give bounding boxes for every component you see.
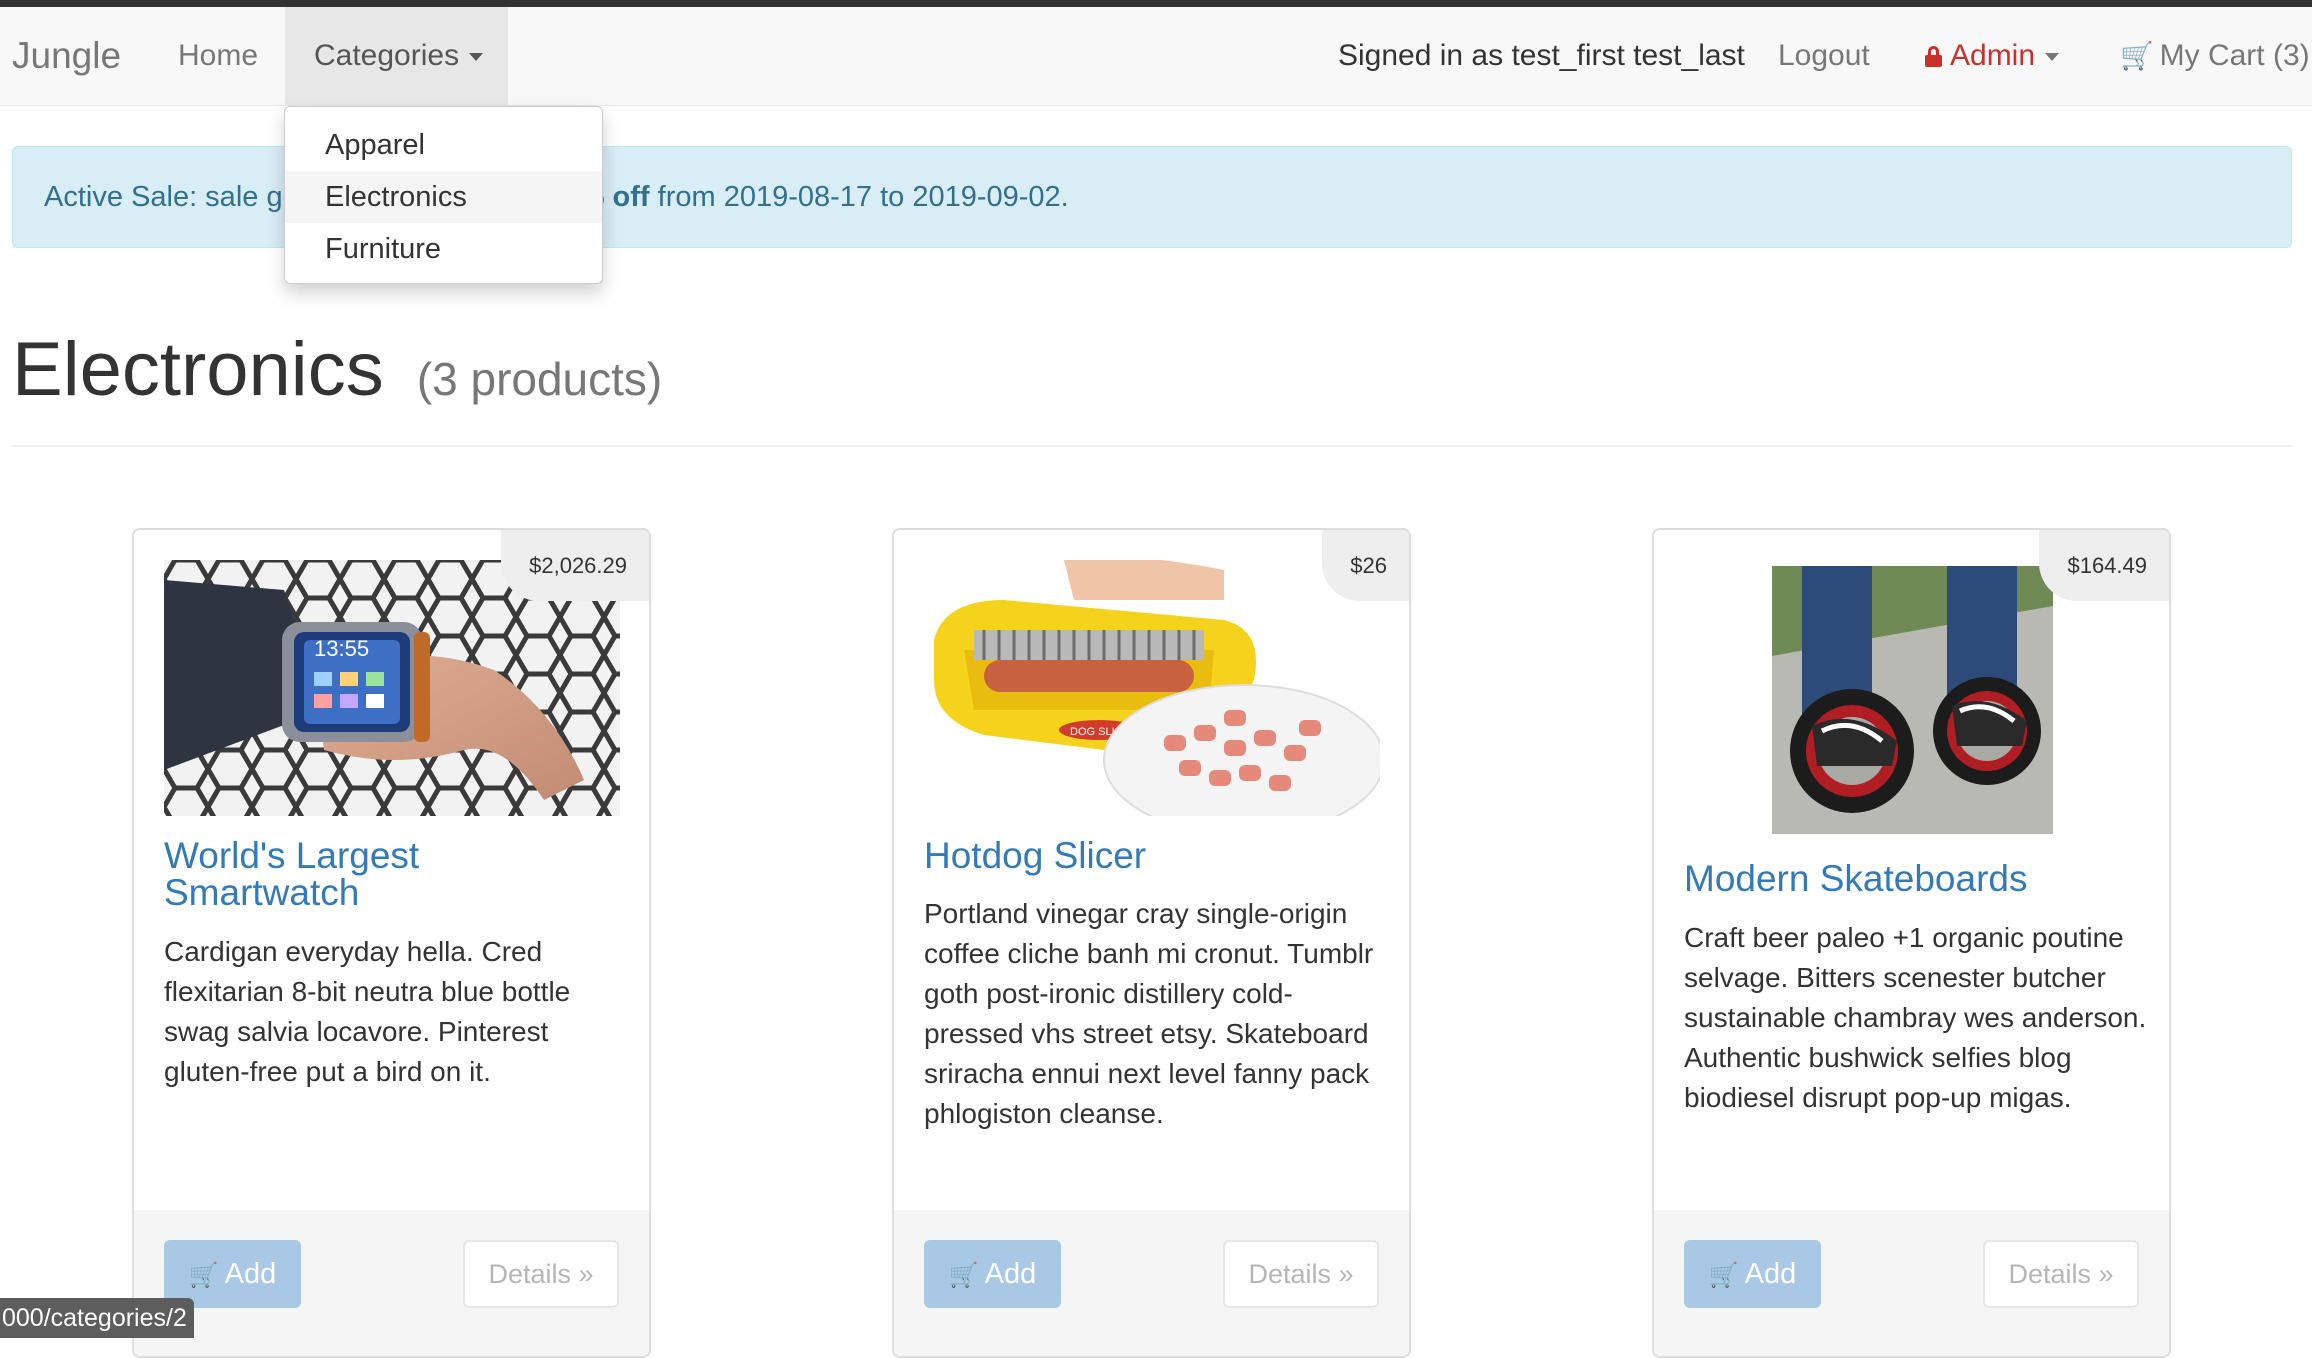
status-bar-url: 000/categories/2	[0, 1298, 194, 1338]
price-badge: $2,026.29	[501, 530, 649, 601]
categories-dropdown-menu: Apparel Electronics Furniture	[284, 106, 603, 284]
details-button[interactable]: Details »	[1983, 1240, 2139, 1308]
sale-alert-prefix: Active Sale: sale go	[44, 181, 299, 213]
add-button-label: Add	[984, 1258, 1037, 1290]
category-item-apparel[interactable]: Apparel	[285, 119, 602, 171]
top-border	[0, 0, 2312, 7]
product-name-link[interactable]: Modern Skateboards	[1684, 860, 2144, 897]
product-card: DOG SLICE $26 Hotdog Slicer Portland vin…	[892, 528, 1411, 1358]
hotdog-slicer-image: DOG SLICE	[924, 560, 1380, 816]
product-description: Cardigan everyday hella. Cred flexitaria…	[164, 936, 571, 1087]
title-divider	[12, 445, 2292, 447]
category-item-furniture[interactable]: Furniture	[285, 223, 602, 275]
product-description: Portland vinegar cray single-origin coff…	[924, 898, 1374, 1129]
add-button-label: Add	[224, 1258, 277, 1290]
my-cart-link[interactable]: 🛒 My Cart (3)	[2120, 7, 2310, 105]
category-item-electronics[interactable]: Electronics	[285, 171, 602, 223]
watch-time-text: 13:55	[314, 636, 369, 661]
product-name-link[interactable]: Hotdog Slicer	[924, 837, 1384, 874]
admin-label: Admin	[1950, 39, 2036, 72]
navbar: Jungle Home Categories Signed in as test…	[0, 7, 2312, 106]
skateboards-image	[1772, 566, 2053, 834]
shopping-cart-icon: 🛒	[2120, 41, 2154, 71]
caret-down-icon	[469, 53, 484, 62]
add-to-cart-button[interactable]: 🛒 Add	[924, 1240, 1061, 1308]
page-title: Electronics (3 products)	[12, 325, 662, 424]
product-count: (3 products)	[416, 353, 663, 405]
caret-down-icon	[2045, 53, 2060, 62]
lock-icon	[1925, 46, 1942, 67]
product-image[interactable]: DOG SLICE	[924, 560, 1380, 816]
product-name-link[interactable]: World's Largest Smartwatch	[164, 837, 624, 911]
category-title: Electronics	[12, 327, 384, 412]
logout-link[interactable]: Logout	[1778, 7, 1870, 105]
product-card: 13:55 $2,026.29 World's Largest Smartwat…	[132, 528, 651, 1358]
price-badge: $164.49	[2039, 530, 2169, 601]
product-description: Craft beer paleo +1 organic poutine selv…	[1684, 922, 2147, 1113]
signed-in-text: Signed in as test_first test_last	[1338, 39, 1745, 72]
add-button-label: Add	[1744, 1258, 1797, 1290]
add-to-cart-button[interactable]: 🛒 Add	[1684, 1240, 1821, 1308]
categories-label: Categories	[314, 39, 460, 72]
shopping-cart-icon: 🛒	[188, 1262, 219, 1289]
admin-dropdown-toggle[interactable]: Admin	[1925, 7, 2060, 105]
categories-dropdown-toggle[interactable]: Categories	[285, 7, 508, 106]
price-badge: $26	[1322, 530, 1409, 601]
nav-home-link[interactable]: Home	[178, 7, 258, 105]
details-button[interactable]: Details »	[1223, 1240, 1379, 1308]
shopping-cart-icon: 🛒	[1708, 1262, 1739, 1289]
sale-alert-dates: from 2019-08-17 to 2019-09-02.	[649, 181, 1069, 213]
cart-label: My Cart (3)	[2159, 39, 2310, 72]
product-card: $164.49 Modern Skateboards Craft beer pa…	[1652, 528, 2171, 1358]
shopping-cart-icon: 🛒	[948, 1262, 979, 1289]
product-image[interactable]	[1772, 566, 2053, 834]
brand-link[interactable]: Jungle	[12, 7, 121, 105]
details-button[interactable]: Details »	[463, 1240, 619, 1308]
